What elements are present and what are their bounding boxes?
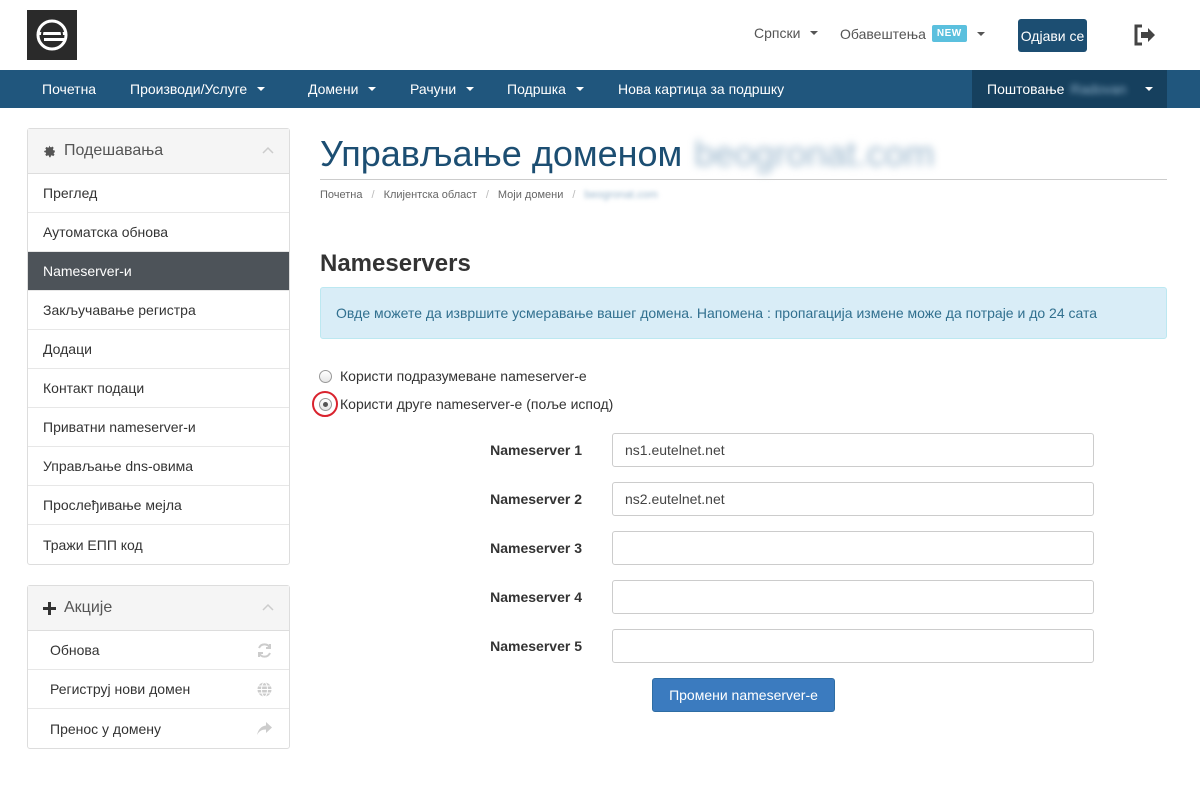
nameserver-3-input[interactable] — [612, 531, 1094, 565]
action-renew[interactable]: Обнова — [28, 631, 289, 670]
user-menu[interactable]: Поштовање Radovan — [972, 70, 1167, 108]
language-dropdown[interactable]: Српски — [754, 25, 819, 41]
breadcrumb-home[interactable]: Почетна — [320, 189, 363, 201]
change-nameservers-button[interactable]: Промени nameserver-е — [652, 678, 835, 712]
breadcrumb-client-area[interactable]: Клијентска област — [384, 189, 477, 201]
sign-out-icon[interactable] — [1133, 24, 1157, 46]
breadcrumb: Почетна / Клијентска област / Моји домен… — [320, 189, 658, 201]
title-divider — [320, 179, 1167, 180]
actions-panel-header[interactable]: Акције — [28, 586, 289, 631]
radio-default-nameservers[interactable]: Користи подразумеване nameserver-е — [319, 368, 587, 384]
sidebar-item-nameservers[interactable]: Nameserver-и — [28, 252, 289, 291]
nameserver-1-input[interactable] — [612, 433, 1094, 467]
nameserver-2-label: Nameserver 2 — [490, 491, 582, 507]
page-title: Управљање доменом beogronat.com — [320, 133, 935, 174]
share-arrow-icon — [257, 722, 272, 735]
caret-down-icon — [976, 31, 985, 36]
user-name: Radovan — [1070, 81, 1127, 97]
actions-panel: Акције Обнова Региструј нови домен Прено… — [27, 585, 290, 749]
action-transfer-domain[interactable]: Пренос у домену — [28, 709, 289, 748]
caret-down-icon — [1145, 87, 1153, 91]
refresh-icon — [258, 643, 271, 658]
nameserver-4-label: Nameserver 4 — [490, 589, 582, 605]
section-title: Nameservers — [320, 250, 471, 277]
radio-button[interactable] — [319, 369, 332, 383]
nameserver-5-input[interactable] — [612, 629, 1094, 663]
plus-icon — [43, 601, 56, 615]
nameserver-1-label: Nameserver 1 — [490, 442, 582, 458]
nameserver-3-label: Nameserver 3 — [490, 540, 582, 556]
chevron-up-icon[interactable] — [262, 602, 274, 614]
nav-domains[interactable]: Домени — [308, 70, 377, 108]
logo-icon — [36, 19, 68, 51]
sidebar-item-contact-info[interactable]: Контакт подаци — [28, 369, 289, 408]
nameserver-5-label: Nameserver 5 — [490, 638, 582, 654]
nav-new-ticket[interactable]: Нова картица за подршку — [618, 70, 784, 108]
top-header: Српски Обавештења NEW Одјави се — [0, 0, 1200, 70]
sidebar-item-addons[interactable]: Додаци — [28, 330, 289, 369]
caret-down-icon — [575, 87, 584, 91]
info-alert: Овде можете да извршите усмеравање вашег… — [320, 287, 1167, 339]
sidebar-item-dns-management[interactable]: Управљање dns-овима — [28, 447, 289, 486]
main-navbar: Почетна Производи/Услуге Домени Рачуни П… — [0, 70, 1200, 108]
gear-icon — [43, 145, 56, 158]
breadcrumb-my-domains[interactable]: Моји домени — [498, 189, 563, 201]
nameserver-2-input[interactable] — [612, 482, 1094, 516]
notifications-dropdown[interactable]: Обавештења NEW — [840, 25, 985, 42]
nav-billing[interactable]: Рачуни — [410, 70, 475, 108]
caret-down-icon — [810, 31, 819, 35]
sidebar-item-private-nameservers[interactable]: Приватни nameserver-и — [28, 408, 289, 447]
radio-custom-nameservers[interactable]: Користи друге nameserver-е (поље испод) — [319, 396, 613, 412]
nameserver-4-input[interactable] — [612, 580, 1094, 614]
sidebar-item-registrar-lock[interactable]: Закључавање регистра — [28, 291, 289, 330]
sidebar-item-auto-renew[interactable]: Аутоматска обнова — [28, 213, 289, 252]
site-logo[interactable] — [27, 10, 77, 60]
domain-name: beogronat.com — [694, 133, 935, 174]
new-badge: NEW — [931, 25, 967, 42]
globe-icon — [257, 682, 272, 697]
caret-down-icon — [368, 87, 377, 91]
sidebar-item-overview[interactable]: Преглед — [28, 174, 289, 213]
nav-products[interactable]: Производи/Услуге — [130, 70, 266, 108]
logout-button[interactable]: Одјави се — [1018, 19, 1087, 52]
breadcrumb-current-domain: beogronat.com — [584, 189, 658, 201]
settings-panel: Подешавања Преглед Аутоматска обнова Nam… — [27, 128, 290, 565]
nav-home[interactable]: Почетна — [42, 70, 96, 108]
chevron-up-icon[interactable] — [262, 145, 274, 157]
nav-support[interactable]: Подршка — [507, 70, 584, 108]
sidebar-item-epp-code[interactable]: Тражи ЕПП код — [28, 525, 289, 564]
settings-panel-header[interactable]: Подешавања — [28, 129, 289, 174]
caret-down-icon — [466, 87, 475, 91]
sidebar-item-email-forwarding[interactable]: Прослеђивање мејла — [28, 486, 289, 525]
action-register-domain[interactable]: Региструј нови домен — [28, 670, 289, 709]
caret-down-icon — [257, 87, 266, 91]
highlight-circle — [312, 391, 338, 417]
